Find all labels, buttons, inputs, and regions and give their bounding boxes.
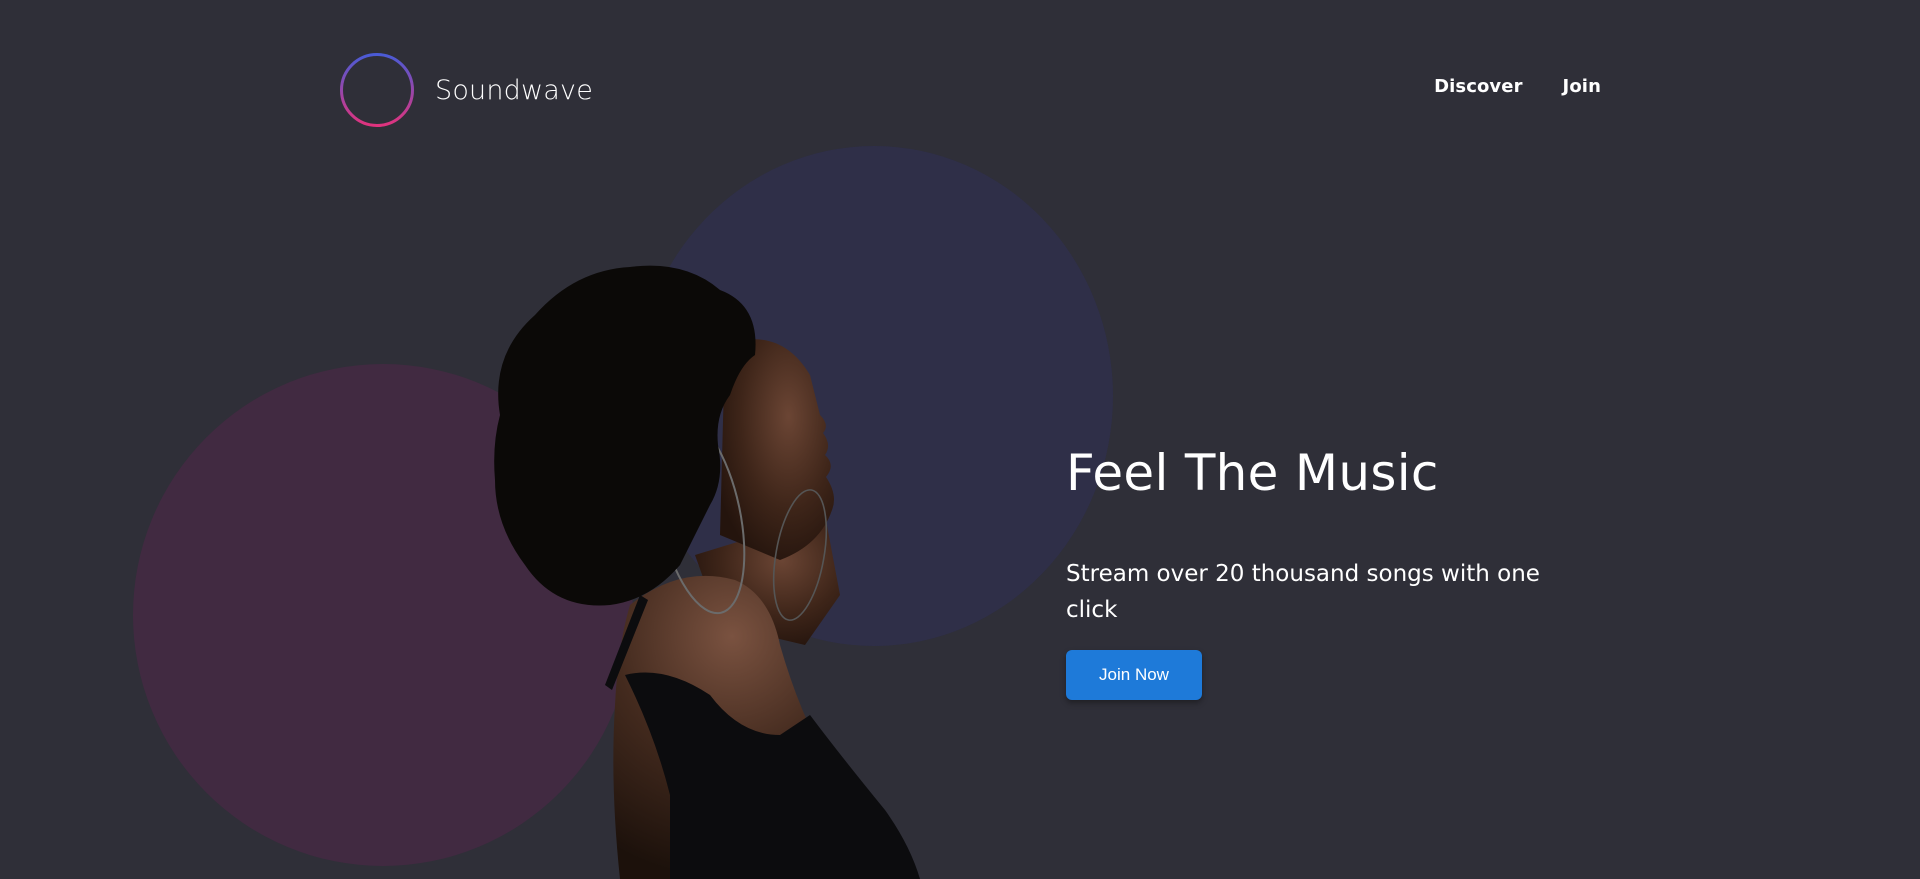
- nav-item-join[interactable]: Join: [1563, 76, 1601, 97]
- hero-section: Feel The Music Stream over 20 thousand s…: [1066, 440, 1626, 700]
- main-nav: Discover Join: [1434, 76, 1601, 97]
- nav-item-discover[interactable]: Discover: [1434, 76, 1522, 97]
- brand-home-link[interactable]: Soundwave: [339, 52, 593, 128]
- woman-listening-to-music-photo: [494, 265, 920, 879]
- hero-subtitle: Stream over 20 thousand songs with one c…: [1066, 561, 1540, 623]
- brand-name: Soundwave: [435, 74, 594, 106]
- landing-page: Soundwave Discover Join Feel The Music S…: [0, 0, 1920, 879]
- hero-title: Feel The Music: [1066, 444, 1439, 502]
- site-header: Soundwave Discover Join: [339, 52, 1601, 128]
- join-now-button[interactable]: Join Now: [1066, 650, 1202, 700]
- soundwave-logo-icon: [340, 53, 414, 127]
